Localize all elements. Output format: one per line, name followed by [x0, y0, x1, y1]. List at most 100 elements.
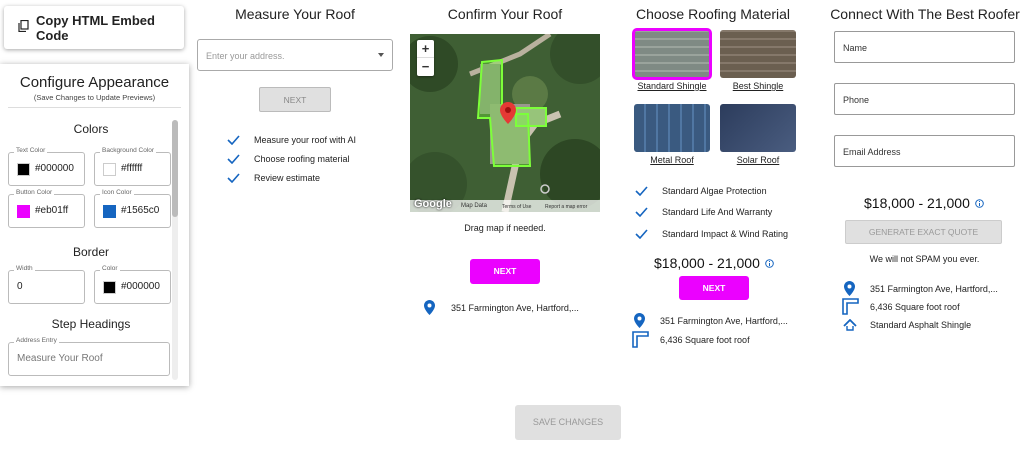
material-area-row: 6,436 Square foot roof [632, 331, 750, 348]
map-data-label: Map Data [461, 203, 488, 209]
check-icon [227, 135, 240, 145]
text-color-label: Text Color [14, 147, 48, 154]
material-price: $18,000 - 21,000 [654, 255, 774, 271]
feature-item: Standard Algae Protection [635, 186, 767, 196]
address-search-input[interactable]: Enter your address. [197, 39, 393, 71]
address-entry-label: Address Entry [14, 337, 59, 344]
confirm-next-button[interactable]: NEXT [470, 259, 540, 284]
text-color-value: #000000 [35, 163, 74, 174]
roof-icon [843, 319, 857, 331]
material-address-row: 351 Farmington Ave, Hartford,... [634, 313, 788, 328]
email-field[interactable]: Email Address [834, 135, 1015, 167]
copy-icon [18, 19, 29, 35]
email-placeholder: Email Address [843, 147, 901, 157]
border-width-value: 0 [17, 281, 23, 292]
feature-label: Standard Algae Protection [662, 186, 767, 196]
check-item: Review estimate [227, 173, 320, 183]
confirm-address-row: 351 Farmington Ave, Hartford,... [424, 300, 579, 315]
connect-roof-type-row: Standard Asphalt Shingle [843, 319, 971, 331]
info-icon[interactable] [765, 258, 774, 268]
config-scrollbar[interactable] [172, 120, 178, 380]
scrollbar-thumb[interactable] [172, 120, 178, 217]
info-icon[interactable] [975, 198, 984, 208]
colors-heading: Colors [73, 122, 109, 136]
name-field[interactable]: Name [834, 31, 1015, 63]
address-placeholder: Enter your address. [206, 51, 285, 61]
phone-field[interactable]: Phone [834, 83, 1015, 115]
drag-hint: Drag map if needed. [464, 223, 546, 233]
location-pin-icon [424, 300, 435, 315]
connect-address: 351 Farmington Ave, Hartford,... [870, 283, 998, 294]
check-item-label: Review estimate [254, 173, 321, 183]
icon-color-value: #1565c0 [121, 205, 160, 216]
measure-next-button[interactable]: NEXT [259, 87, 331, 112]
address-entry-field[interactable]: Address Entry Measure Your Roof [8, 337, 170, 376]
button-color-label: Button Color [14, 189, 55, 196]
check-icon [635, 207, 648, 217]
blueprint-icon [632, 331, 649, 348]
material-label[interactable]: Solar Roof [716, 155, 800, 165]
material-metal-roof[interactable] [634, 104, 710, 152]
material-next-button[interactable]: NEXT [679, 276, 749, 300]
material-title: Choose Roofing Material [635, 6, 791, 22]
border-width-field[interactable]: Width 0 [8, 265, 85, 304]
border-color-field[interactable]: Color #000000 [94, 265, 171, 304]
copy-embed-label: Copy HTML Embed Code [36, 12, 155, 43]
configure-panel: Configure Appearance (Save Changes to Up… [0, 64, 189, 386]
copy-embed-button[interactable]: Copy HTML Embed Code [4, 6, 184, 49]
phone-placeholder: Phone [843, 95, 870, 105]
feature-label: Standard Impact & Wind Rating [662, 229, 789, 239]
text-color-swatch [17, 163, 30, 176]
border-width-label: Width [14, 265, 35, 272]
connect-price: $18,000 - 21,000 [864, 195, 984, 211]
map-pin-icon [500, 102, 516, 129]
check-item: Measure your roof with AI [227, 135, 356, 145]
border-color-value: #000000 [121, 281, 160, 292]
icon-color-swatch [103, 205, 116, 218]
material-address: 351 Farmington Ave, Hartford,... [660, 315, 788, 326]
material-solar-roof[interactable] [720, 104, 796, 152]
icon-color-field[interactable]: Icon Color #1565c0 [94, 189, 171, 228]
confirm-address: 351 Farmington Ave, Hartford,... [451, 302, 579, 313]
step-headings-heading: Step Headings [51, 317, 131, 331]
zoom-in-button[interactable]: + [417, 40, 434, 57]
check-item: Choose roofing material [227, 154, 350, 164]
text-color-field[interactable]: Text Color #000000 [8, 147, 85, 186]
button-color-field[interactable]: Button Color #eb01ff [8, 189, 85, 228]
connect-title: Connect With The Best Roofer [830, 6, 1020, 22]
measure-title: Measure Your Roof [235, 6, 355, 22]
save-changes-button[interactable]: SAVE CHANGES [515, 405, 621, 440]
generate-quote-button[interactable]: GENERATE EXACT QUOTE [845, 220, 1002, 244]
name-placeholder: Name [843, 43, 868, 53]
background-color-field[interactable]: Background Color #ffffff [94, 147, 171, 186]
confirm-title: Confirm Your Roof [447, 6, 563, 22]
feature-label: Standard Life And Warranty [662, 207, 773, 217]
chevron-down-icon[interactable] [378, 53, 384, 57]
background-color-label: Background Color [100, 147, 157, 154]
check-icon [227, 154, 240, 164]
material-label[interactable]: Best Shingle [716, 81, 800, 91]
configure-title: Configure Appearance [19, 74, 170, 91]
material-label[interactable]: Standard Shingle [630, 81, 714, 91]
address-entry-value: Measure Your Roof [17, 353, 103, 364]
material-standard-shingle[interactable] [632, 28, 712, 80]
connect-address-row: 351 Farmington Ave, Hartford,... [844, 281, 998, 296]
terms-link[interactable]: Terms of Use [502, 204, 531, 210]
background-color-value: #ffffff [121, 163, 143, 174]
feature-item: Standard Impact & Wind Rating [635, 229, 788, 239]
satellite-map[interactable]: + − Google Map Data Terms of Use Report … [410, 34, 600, 212]
button-color-value: #eb01ff [35, 205, 69, 216]
background-color-swatch [103, 163, 116, 176]
material-label[interactable]: Metal Roof [630, 155, 714, 165]
border-heading: Border [72, 245, 110, 259]
blueprint-icon [842, 298, 859, 315]
zoom-out-button[interactable]: − [417, 57, 434, 75]
button-color-swatch [17, 205, 30, 218]
spam-note: We will not SPAM you ever. [869, 254, 980, 264]
check-icon [635, 229, 648, 239]
report-error-link[interactable]: Report a map error [545, 204, 587, 210]
icon-color-label: Icon Color [100, 189, 134, 196]
check-item-label: Measure your roof with AI [254, 135, 357, 145]
material-best-shingle[interactable] [720, 30, 796, 78]
connect-area: 6,436 Square foot roof [870, 301, 960, 312]
